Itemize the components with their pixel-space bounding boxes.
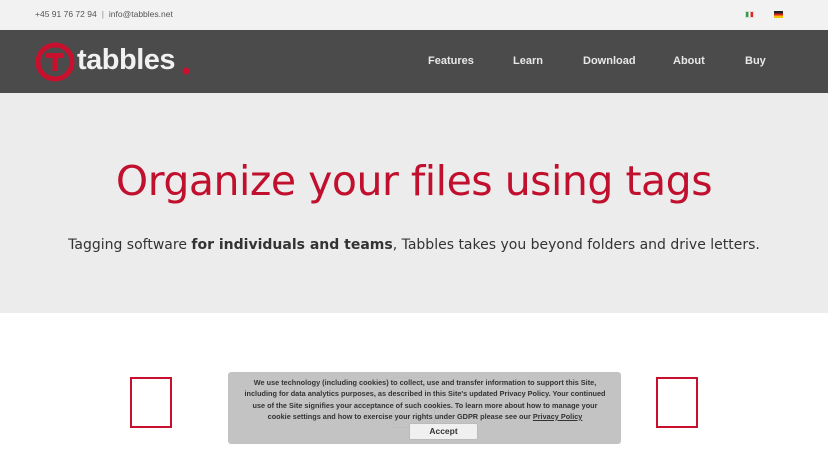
nav-features[interactable]: Features: [428, 55, 474, 67]
cookie-text: We use technology (including cookies) to…: [240, 377, 610, 422]
feature-tile-right[interactable]: [656, 377, 698, 428]
hero-title: Organize your files using tags: [115, 157, 713, 205]
nav-download[interactable]: Download: [583, 55, 636, 67]
contact-info: +45 91 76 72 94 | info@tabbles.net: [35, 9, 173, 19]
phone-number: +45 91 76 72 94: [35, 9, 97, 19]
privacy-policy-link[interactable]: Privacy Policy: [533, 412, 583, 421]
hero-section: Organize your files using tags Tagging s…: [0, 93, 828, 313]
nav-buy[interactable]: Buy: [745, 55, 766, 67]
nav-about[interactable]: About: [673, 55, 705, 67]
nav-learn[interactable]: Learn: [513, 55, 543, 67]
hero-subtitle-bold: for individuals and teams: [191, 237, 393, 253]
top-contact-bar: +45 91 76 72 94 | info@tabbles.net: [0, 0, 828, 30]
cookie-banner: We use technology (including cookies) to…: [228, 372, 621, 444]
flag-germany-icon[interactable]: [774, 11, 783, 18]
hero-subtitle-pre: Tagging software: [68, 237, 192, 253]
main-navbar: tabbles Features Learn Download About Bu…: [0, 30, 828, 93]
contact-separator: |: [101, 9, 104, 19]
flag-italy-icon[interactable]: [745, 11, 754, 18]
tabbles-logo-icon: [35, 42, 75, 82]
hero-subtitle-post: , Tabbles takes you beyond folders and d…: [392, 237, 760, 253]
accept-cookies-button[interactable]: Accept: [409, 423, 478, 440]
hero-subtitle: Tagging software for individuals and tea…: [0, 237, 828, 253]
registered-mark-icon: [182, 67, 190, 75]
feature-tile-left[interactable]: [130, 377, 172, 428]
email-link[interactable]: info@tabbles.net: [109, 9, 173, 19]
logo-wordmark: tabbles: [77, 44, 176, 76]
tabbles-logo[interactable]: tabbles: [35, 41, 195, 83]
